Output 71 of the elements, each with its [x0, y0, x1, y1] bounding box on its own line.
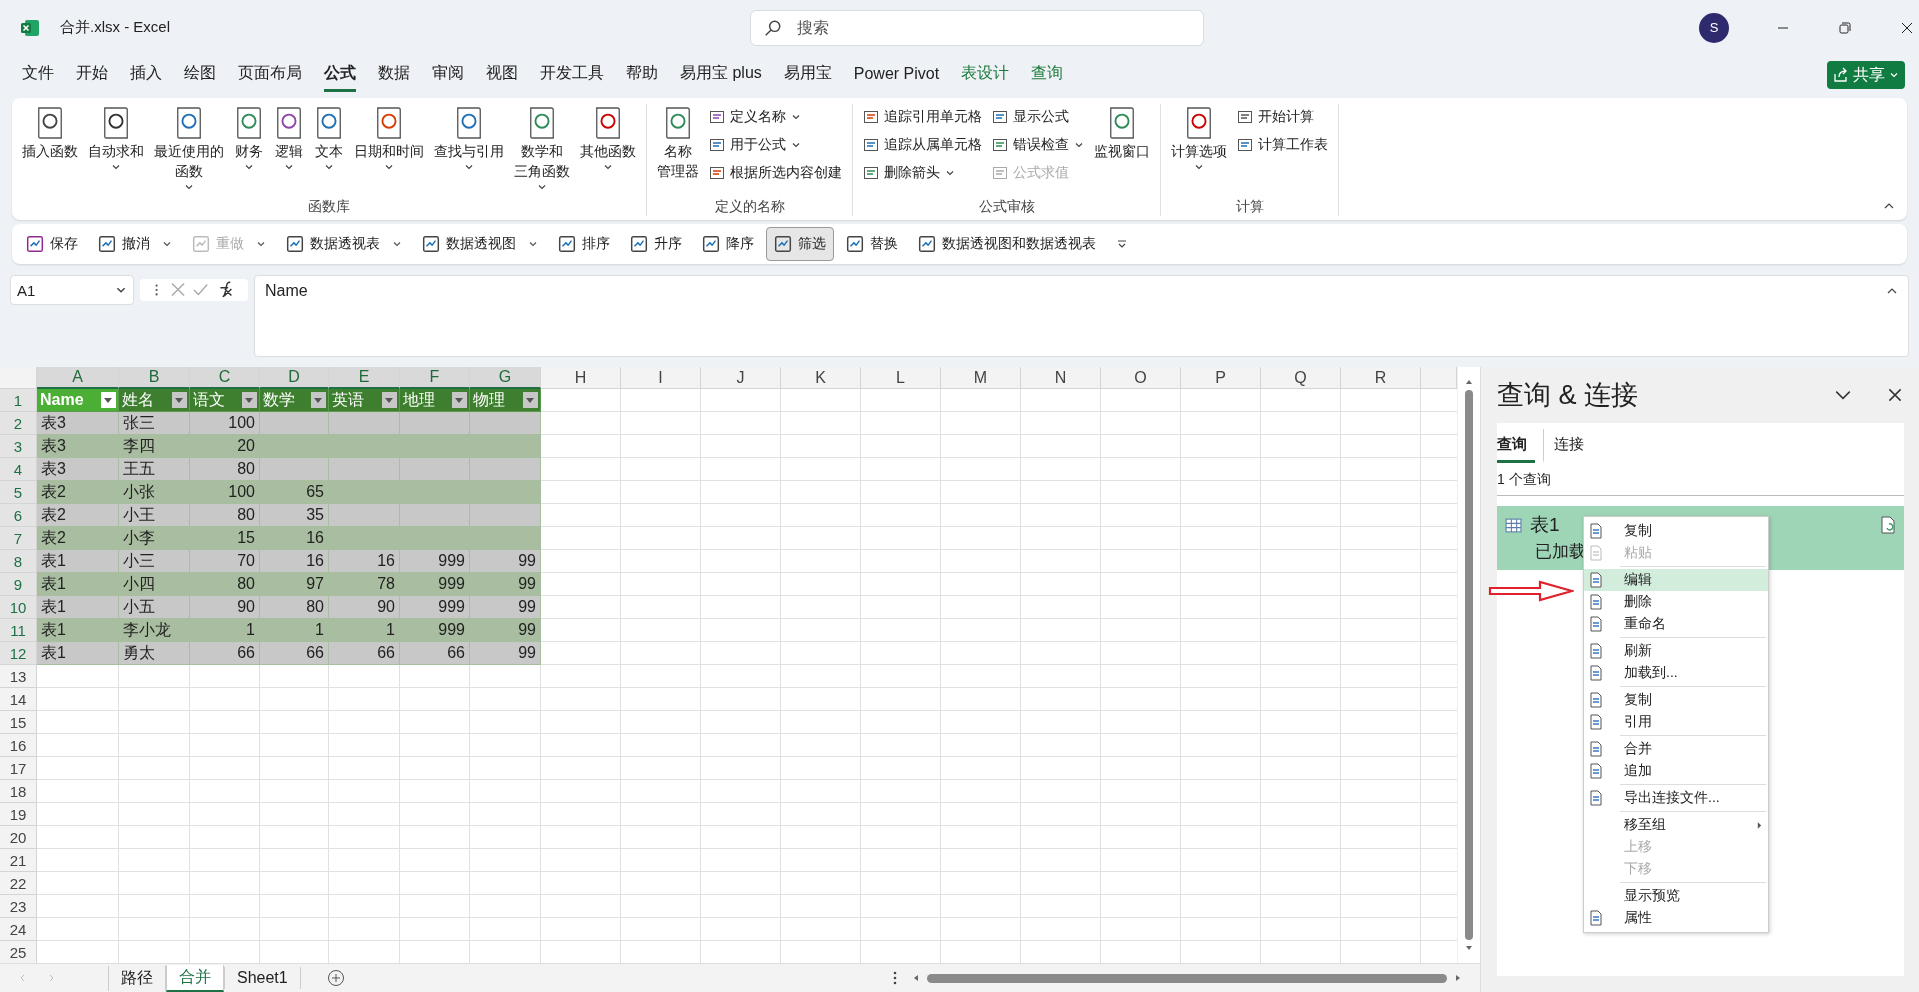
- table-cell: 65: [260, 481, 329, 504]
- table-cell: 999: [400, 573, 470, 596]
- table-cell: 20: [190, 435, 260, 458]
- table-cell: 表2: [37, 527, 119, 550]
- table-cell: 99: [470, 642, 541, 665]
- table-cell: 小王: [119, 504, 190, 527]
- table-cell: 1: [260, 619, 329, 642]
- table-cell: 66: [190, 642, 260, 665]
- table-cell: 表1: [37, 550, 119, 573]
- group-label: 计算: [1235, 198, 1264, 216]
- table-cell: 80: [190, 458, 260, 481]
- table-cell: 小三: [119, 550, 190, 573]
- table-cell: 小李: [119, 527, 190, 550]
- header-label: 地理: [403, 389, 435, 410]
- table-cell: 表3: [37, 435, 119, 458]
- table-cell: 80: [190, 504, 260, 527]
- table-cell: 90: [329, 596, 400, 619]
- query-name: 表1: [1530, 513, 1560, 537]
- table-cell: 勇太: [119, 642, 190, 665]
- header-label: 语文: [193, 389, 225, 410]
- table-cell: 15: [190, 527, 260, 550]
- table-cell: 李四: [119, 435, 190, 458]
- table-cell: 100: [190, 412, 260, 435]
- table-cell: 表3: [37, 458, 119, 481]
- table-cell: 小四: [119, 573, 190, 596]
- header-label: 物理: [473, 389, 505, 410]
- query-count: 1 个查询: [1497, 463, 1904, 496]
- table-cell: 表3: [37, 412, 119, 435]
- table-cell: 表2: [37, 504, 119, 527]
- table-cell: 999: [400, 596, 470, 619]
- group-label: 定义的名称: [714, 198, 785, 216]
- table-cell: 1: [190, 619, 260, 642]
- table-cell: 90: [190, 596, 260, 619]
- table-cell: 80: [190, 573, 260, 596]
- table-cell: 97: [260, 573, 329, 596]
- table-cell: 小五: [119, 596, 190, 619]
- table-cell: 99: [470, 573, 541, 596]
- table-cell: 16: [260, 527, 329, 550]
- table-cell: 999: [400, 550, 470, 573]
- table-cell: 1: [329, 619, 400, 642]
- header-label: 姓名: [122, 389, 154, 410]
- table-cell: 表1: [37, 642, 119, 665]
- table-cell: 66: [400, 642, 470, 665]
- table-cell: 99: [470, 596, 541, 619]
- table-cell: 99: [470, 550, 541, 573]
- table-cell: 16: [260, 550, 329, 573]
- table-cell: 李小龙: [119, 619, 190, 642]
- table-cell: 16: [329, 550, 400, 573]
- group-label: 函数库: [308, 198, 350, 216]
- table-cell: 35: [260, 504, 329, 527]
- table-cell: 99: [470, 619, 541, 642]
- table-cell: 表1: [37, 619, 119, 642]
- panel-title: 查询 & 连接: [1497, 379, 1639, 412]
- header-label: Name: [40, 391, 84, 409]
- group-label: 公式审核: [978, 198, 1035, 216]
- table-cell: 表1: [37, 573, 119, 596]
- header-label: 英语: [332, 389, 364, 410]
- table-cell: 王五: [119, 458, 190, 481]
- table-cell: 表2: [37, 481, 119, 504]
- header-label: 数学: [263, 389, 295, 410]
- table-cell: 66: [260, 642, 329, 665]
- table-cell: 表1: [37, 596, 119, 619]
- window-title: 合并.xlsx - Excel: [60, 18, 171, 37]
- table-cell: 张三: [119, 412, 190, 435]
- table-cell: 78: [329, 573, 400, 596]
- table-cell: 100: [190, 481, 260, 504]
- table-cell: 66: [329, 642, 400, 665]
- table-cell: 70: [190, 550, 260, 573]
- table-cell: 999: [400, 619, 470, 642]
- table-cell: 小张: [119, 481, 190, 504]
- table-cell: 80: [260, 596, 329, 619]
